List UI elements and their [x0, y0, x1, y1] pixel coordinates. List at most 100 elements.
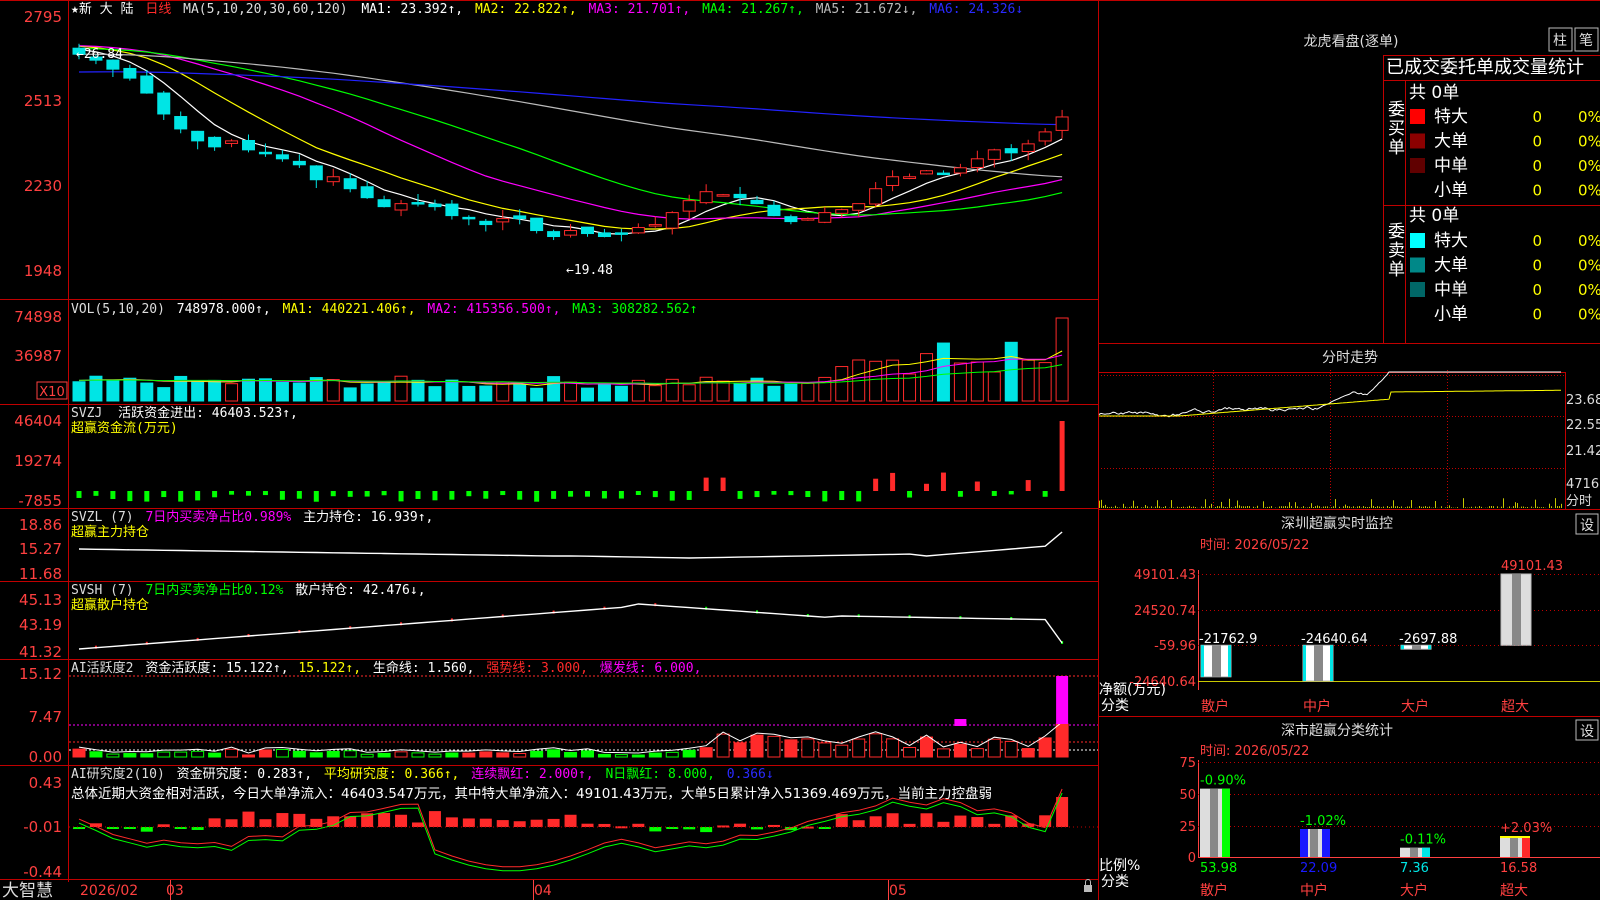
vol-value: 748978.000↑, — [177, 302, 271, 317]
research-title: AI研究度2(10) — [71, 766, 165, 782]
active-bar — [801, 738, 815, 758]
sz-bar-shade — [1512, 574, 1521, 646]
candle-body — [987, 149, 1001, 160]
intraday-vol-bar — [1371, 499, 1372, 508]
research-bar — [988, 823, 1001, 827]
intraday-vol-bar — [1257, 505, 1258, 508]
intraday-vol-bar — [1353, 506, 1354, 508]
active-bar — [208, 752, 222, 758]
intraday-vol-bar — [1497, 506, 1498, 508]
intraday-vol-bar — [1481, 506, 1482, 508]
cls-tick: 25 — [1179, 820, 1196, 835]
intraday-vol-bar — [1317, 505, 1318, 508]
price-axis: 2795 2513 2230 1948 74898 36987 46404 19… — [14, 8, 62, 881]
sz-monitor-panel: 深圳超赢实时监控 设 时间: 2026/05/22 49101.43 24520… — [1099, 513, 1600, 715]
intraday-vol-bar — [1399, 507, 1400, 508]
sz-settings-button[interactable]: 设 — [1575, 513, 1599, 535]
intraday-vol-bar — [1339, 506, 1340, 508]
candle-body — [1055, 116, 1069, 131]
intraday-vol-bar — [1441, 506, 1442, 508]
research-bar — [666, 827, 679, 829]
intraday-vol-bar — [1549, 503, 1550, 508]
volume-bar — [479, 385, 493, 402]
row-count: 0 — [1532, 281, 1542, 299]
row-count: 0 — [1532, 182, 1542, 200]
candle-body — [174, 116, 188, 130]
candle-body — [750, 199, 764, 205]
active-bar — [360, 753, 374, 758]
intraday-vol-bar — [1225, 507, 1226, 508]
volume-bar — [547, 376, 561, 402]
candle-body — [428, 203, 442, 208]
svzj-bar — [924, 483, 929, 491]
active-bar — [479, 751, 493, 758]
cls-delta: -1.02% — [1300, 814, 1346, 829]
row-count: 0 — [1532, 306, 1542, 324]
svzl-tick: 15.27 — [19, 540, 62, 558]
sz-axis-label: 净额(万元) — [1099, 682, 1166, 698]
intraday-vol-bar — [1345, 504, 1346, 508]
dragon-panel: 龙虎看盘(逐单) 柱 笔 已成交委托单成交量统计 委买单 委卖单 共 0单 共 … — [1304, 27, 1600, 325]
research-bar — [920, 813, 933, 827]
volume-bar — [208, 379, 222, 402]
ma-line-6 — [78, 71, 1063, 126]
svzl-ratio: 7日内买卖净占比0.989% — [145, 509, 291, 525]
intraday-vol-bar — [1109, 507, 1110, 508]
research-bar — [717, 825, 730, 828]
intraday-vol-bar — [1129, 507, 1130, 508]
ma5-value: MA5: 21.672↓, — [816, 2, 918, 17]
svzj-bar — [720, 477, 726, 491]
intraday-vol-bar — [1551, 506, 1552, 508]
candle-body — [309, 165, 323, 181]
candle-body — [970, 158, 984, 168]
volume-bar — [665, 378, 679, 402]
sz-bar-edge — [1228, 645, 1231, 677]
cls-settings-button[interactable]: 设 — [1575, 719, 1599, 741]
volume-bar — [428, 386, 442, 402]
candle-body — [547, 231, 561, 238]
cls-value: 53.98 — [1200, 861, 1237, 876]
intraday-vol-bar — [1319, 506, 1320, 508]
svzj-bar — [313, 491, 319, 502]
active-v2: 15.122↑, — [298, 661, 361, 676]
row-name: 小单 — [1434, 181, 1468, 201]
sz-tick: 24520.74 — [1134, 604, 1196, 619]
intraday-vol-bar — [1217, 506, 1218, 508]
candle-body — [869, 188, 883, 205]
intraday-vol-bar — [1171, 500, 1172, 508]
btn-bi[interactable]: 笔 — [1574, 27, 1599, 52]
intraday-vol-bar — [1373, 505, 1374, 508]
svzj-bar — [618, 491, 624, 499]
active-bar — [445, 752, 459, 758]
cls-bar-color — [1522, 835, 1530, 857]
research-bar — [700, 827, 713, 833]
active-bar — [326, 750, 340, 758]
ma-line-2 — [78, 45, 1063, 230]
volume-bar — [513, 384, 527, 402]
row-swatch — [1410, 306, 1425, 322]
intraday-vol-bar — [1103, 505, 1104, 508]
row-swatch — [1410, 233, 1425, 248]
intraday-vol-bar — [1331, 507, 1332, 508]
svzj-title: SVZJ — [71, 406, 102, 421]
intraday-vol-bar — [1513, 506, 1514, 508]
buy-side: 委买单 — [1384, 100, 1405, 157]
intraday-vol-bar — [1215, 506, 1216, 508]
candle-body — [920, 170, 933, 175]
active-bar — [682, 749, 696, 758]
intraday-vol-bar — [1181, 507, 1182, 508]
cls-bar-shade — [1210, 788, 1218, 857]
lock-icon-shackle — [1085, 879, 1091, 885]
btn-zhu[interactable]: 柱 — [1548, 27, 1573, 52]
cls-tick: 75 — [1179, 756, 1196, 771]
intraday-vol-bar — [1421, 506, 1422, 508]
cls-delta: +2.03% — [1500, 821, 1552, 836]
active-bar — [886, 738, 900, 758]
intraday-vol-bar — [1463, 498, 1464, 508]
cls-bar-shade — [1410, 847, 1418, 857]
volume-bar — [258, 378, 272, 402]
svzl-subtitle: 超赢主力持仓 — [71, 524, 149, 540]
intraday-vol-bar — [1303, 506, 1304, 508]
intraday-vol-bar — [1509, 506, 1510, 508]
candle-body — [123, 67, 137, 79]
